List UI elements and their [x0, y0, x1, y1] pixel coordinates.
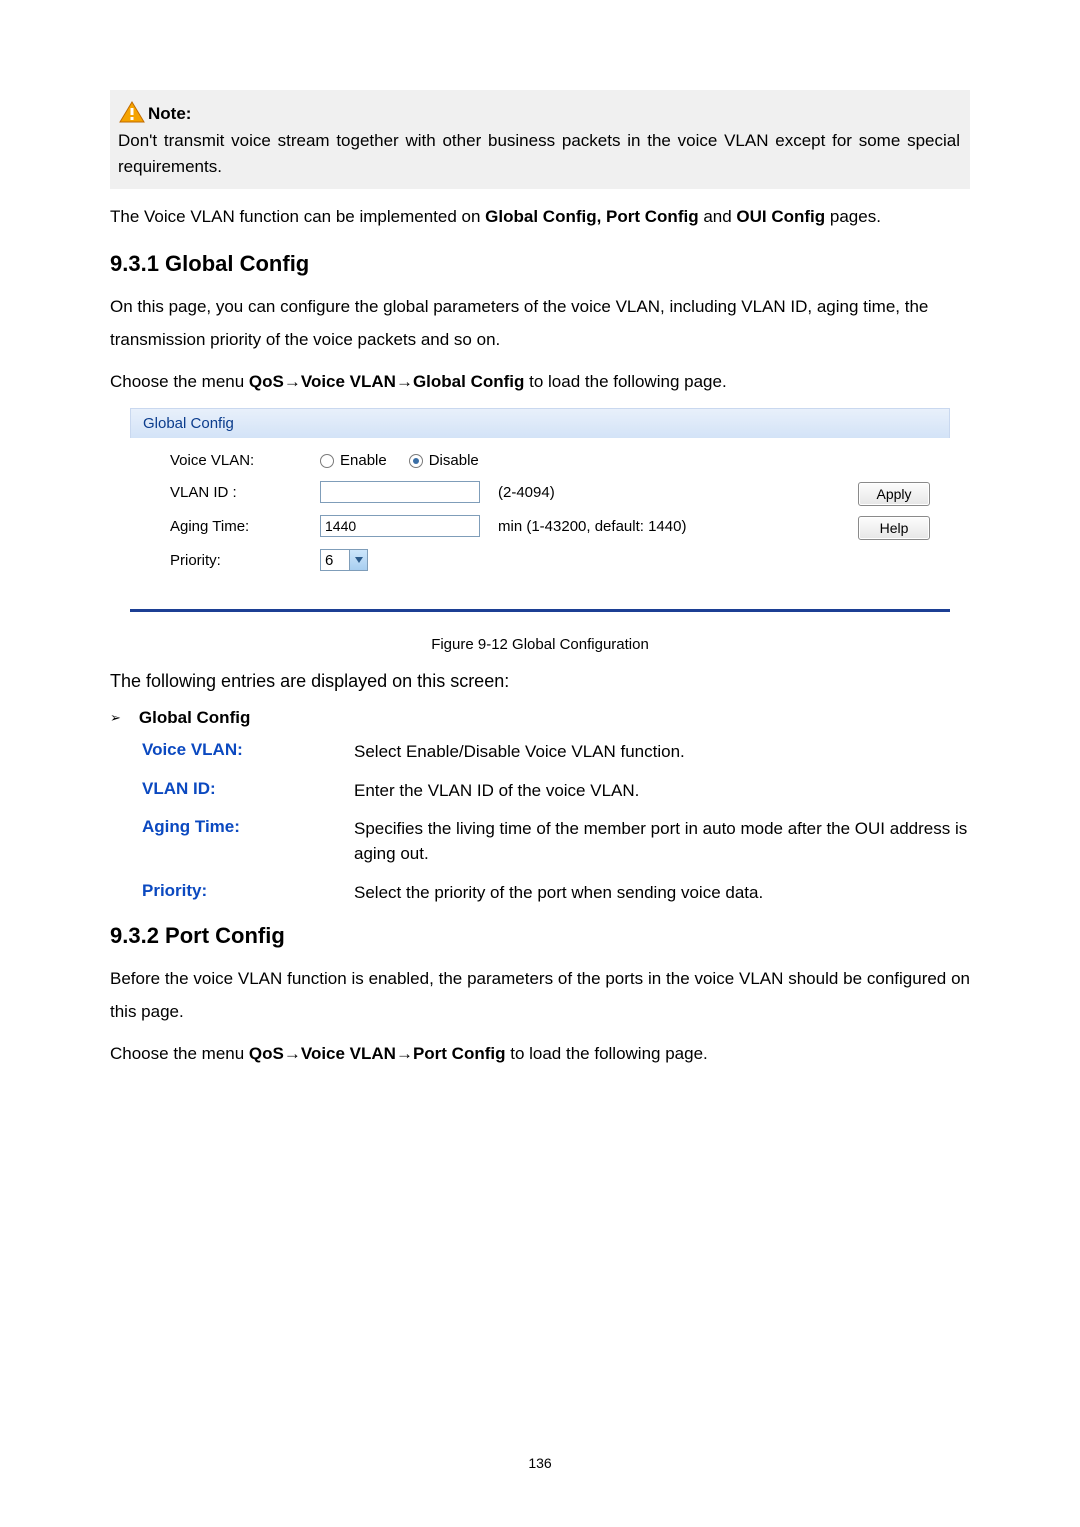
- figure-caption: Figure 9-12 Global Configuration: [110, 636, 970, 653]
- def-term-aging-time: Aging Time:: [142, 817, 354, 866]
- bullet-label: Global Config: [139, 708, 250, 728]
- def-row: Voice VLAN: Select Enable/Disable Voice …: [142, 740, 970, 765]
- def-row: Priority: Select the priority of the por…: [142, 881, 970, 906]
- priority-value: 6: [325, 552, 333, 569]
- section-932-description: Before the voice VLAN function is enable…: [110, 963, 970, 1028]
- section-heading-931: 9.3.1 Global Config: [110, 251, 970, 277]
- def-desc: Select Enable/Disable Voice VLAN functio…: [354, 740, 970, 765]
- def-row: VLAN ID: Enter the VLAN ID of the voice …: [142, 779, 970, 804]
- text: The Voice VLAN function can be implement…: [110, 207, 485, 226]
- note-text: Don't transmit voice stream together wit…: [118, 128, 960, 179]
- text-bold: QoS→Voice VLAN→Global Config: [249, 372, 524, 391]
- chevron-down-icon: [349, 550, 367, 570]
- warning-icon: [118, 100, 146, 124]
- bullet-global-config: ➢ Global Config: [110, 708, 970, 728]
- aging-time-label: Aging Time:: [170, 518, 320, 535]
- text: Choose the menu: [110, 1044, 249, 1063]
- page-number: 136: [0, 1455, 1080, 1471]
- voice-vlan-label: Voice VLAN:: [170, 452, 320, 469]
- def-desc: Select the priority of the port when sen…: [354, 881, 970, 906]
- note-box: Note: Don't transmit voice stream togeth…: [110, 90, 970, 189]
- text: to load the following page.: [506, 1044, 708, 1063]
- text: to load the following page.: [524, 372, 726, 391]
- text-bold: OUI Config: [736, 207, 825, 226]
- section-heading-932: 9.3.2 Port Config: [110, 923, 970, 949]
- section-931-description: On this page, you can configure the glob…: [110, 291, 970, 356]
- aging-time-input[interactable]: [320, 515, 480, 537]
- global-config-panel: Global Config Voice VLAN: Enable Disable…: [130, 408, 950, 612]
- vlan-id-input[interactable]: [320, 481, 480, 503]
- vlan-id-label: VLAN ID :: [170, 484, 320, 501]
- def-term-priority: Priority:: [142, 881, 354, 906]
- text-bold: Global Config, Port Config: [485, 207, 698, 226]
- def-term-vlan-id: VLAN ID:: [142, 779, 354, 804]
- intro-paragraph: The Voice VLAN function can be implement…: [110, 201, 970, 233]
- def-term-voice-vlan: Voice VLAN:: [142, 740, 354, 765]
- enable-radio[interactable]: [320, 454, 334, 468]
- entries-intro: The following entries are displayed on t…: [110, 671, 970, 692]
- apply-button[interactable]: Apply: [858, 482, 930, 506]
- bullet-arrow-icon: ➢: [110, 710, 121, 726]
- text: pages.: [825, 207, 881, 226]
- menu-path-global: Choose the menu QoS→Voice VLAN→Global Co…: [110, 366, 970, 398]
- def-desc: Enter the VLAN ID of the voice VLAN.: [354, 779, 970, 804]
- disable-label: Disable: [429, 452, 479, 469]
- disable-radio[interactable]: [409, 454, 423, 468]
- menu-path-port: Choose the menu QoS→Voice VLAN→Port Conf…: [110, 1038, 970, 1070]
- priority-label: Priority:: [170, 552, 320, 569]
- definition-table: Voice VLAN: Select Enable/Disable Voice …: [142, 740, 970, 905]
- enable-label: Enable: [340, 452, 387, 469]
- text: and: [699, 207, 737, 226]
- text: Choose the menu: [110, 372, 249, 391]
- def-desc: Specifies the living time of the member …: [354, 817, 970, 866]
- panel-header: Global Config: [130, 408, 950, 438]
- help-button[interactable]: Help: [858, 516, 930, 540]
- priority-select[interactable]: 6: [320, 549, 368, 571]
- vlan-id-hint: (2-4094): [498, 484, 555, 501]
- text-bold: QoS→Voice VLAN→Port Config: [249, 1044, 506, 1063]
- def-row: Aging Time: Specifies the living time of…: [142, 817, 970, 866]
- aging-time-hint: min (1-43200, default: 1440): [498, 518, 686, 535]
- note-label: Note:: [148, 104, 191, 124]
- voice-vlan-radio-group: Enable Disable: [320, 452, 479, 469]
